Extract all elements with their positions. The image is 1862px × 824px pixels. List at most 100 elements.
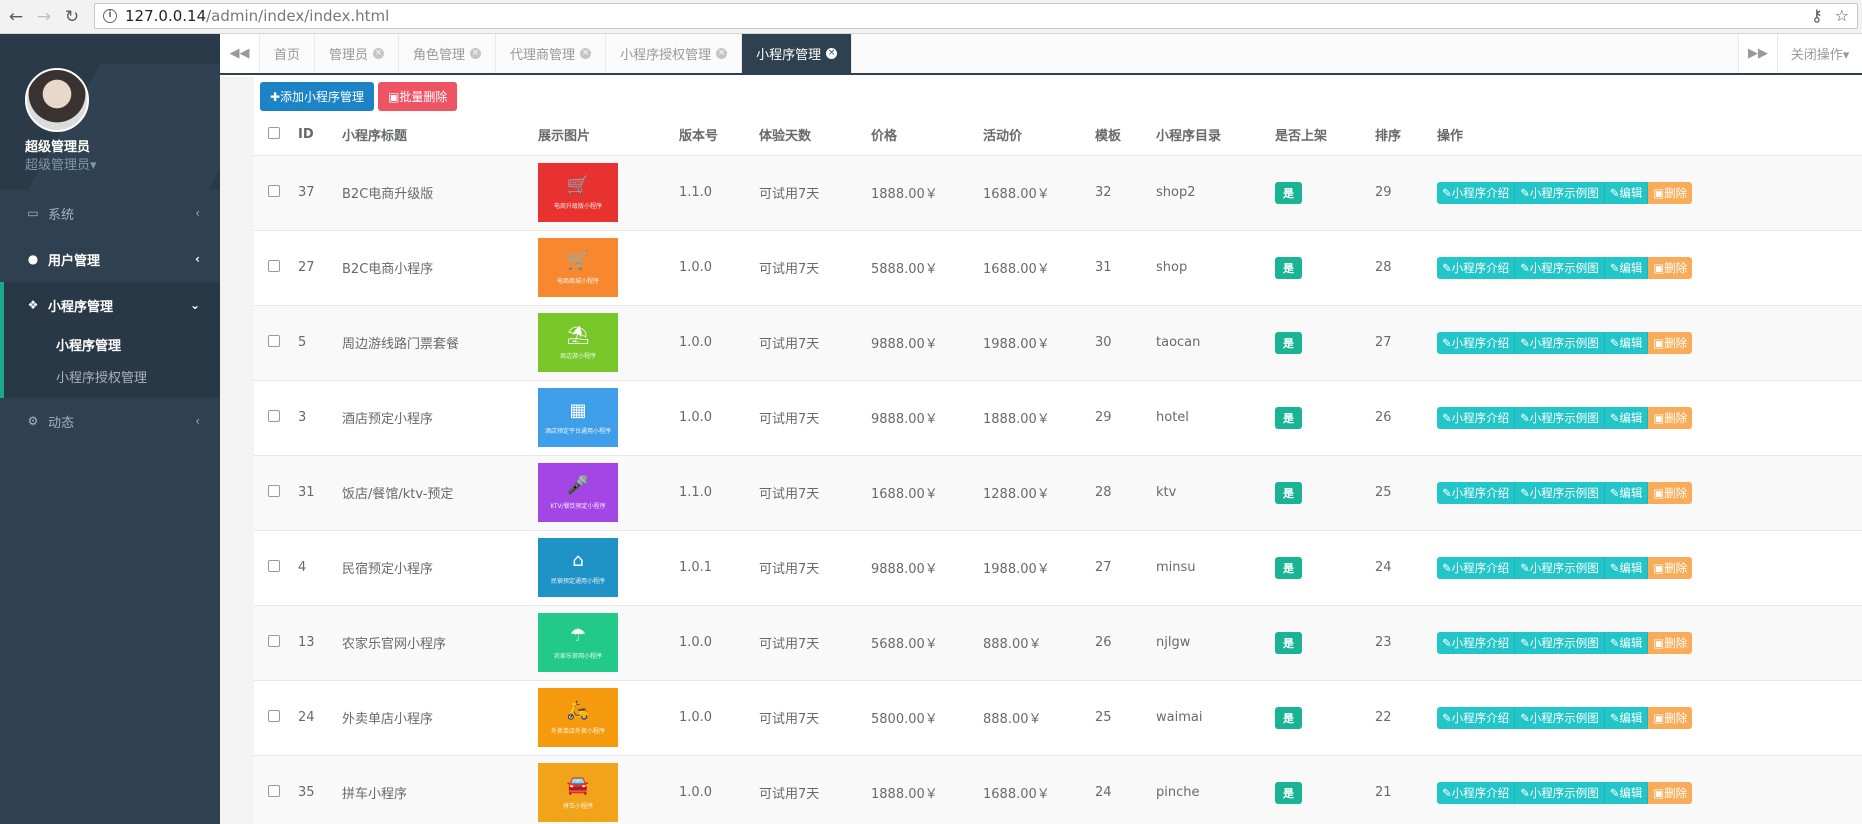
column-header[interactable]: 活动价 bbox=[983, 115, 1095, 156]
avatar[interactable] bbox=[25, 68, 89, 132]
intro-button[interactable]: ✎小程序介绍 bbox=[1437, 631, 1516, 654]
edit-button[interactable]: ✎编辑 bbox=[1604, 181, 1649, 204]
thumbnail-image[interactable]: ▦ 酒店预定平台通用小程序 bbox=[538, 388, 618, 447]
edit-button[interactable]: ✎编辑 bbox=[1604, 331, 1649, 354]
column-header[interactable]: 模板 bbox=[1095, 115, 1156, 156]
select-all-checkbox[interactable] bbox=[268, 126, 280, 139]
row-checkbox[interactable] bbox=[268, 259, 280, 272]
thumbnail-image[interactable]: 🛵 外卖单店外卖小程序 bbox=[538, 688, 618, 747]
thumbnail-image[interactable]: 🎤 KTV/餐饮预定小程序 bbox=[538, 463, 618, 522]
close-icon[interactable]: × bbox=[580, 48, 592, 59]
thumbnail-caption: KTV/餐饮预定小程序 bbox=[550, 503, 606, 510]
delete-button[interactable]: ▣删除 bbox=[1648, 781, 1693, 804]
sidebar-item-users[interactable]: ● 用户管理 ‹ bbox=[0, 236, 220, 282]
tab-home[interactable]: 首页 bbox=[260, 34, 316, 73]
close-operations-dropdown[interactable]: 关闭操作▾ bbox=[1778, 34, 1862, 73]
forward-icon[interactable]: → bbox=[32, 5, 56, 29]
column-header[interactable]: 展示图片 bbox=[538, 115, 679, 156]
thumbnail-image[interactable]: ⛱ 周边游小程序 bbox=[538, 313, 618, 372]
row-checkbox[interactable] bbox=[268, 409, 280, 422]
column-header[interactable]: 排序 bbox=[1375, 115, 1437, 156]
row-checkbox[interactable] bbox=[268, 559, 280, 572]
column-header[interactable]: 小程序目录 bbox=[1156, 115, 1275, 156]
close-icon[interactable]: × bbox=[716, 48, 728, 59]
address-bar[interactable]: i 127.0.0.14/admin/index/index.html ⚷ ☆ bbox=[94, 3, 1858, 29]
profile-role-dropdown[interactable]: 超级管理员▾ bbox=[25, 154, 97, 173]
sidebar-item-dynamic[interactable]: ⚙ 动态 ‹ bbox=[0, 398, 220, 444]
close-icon[interactable]: × bbox=[826, 48, 838, 59]
row-checkbox[interactable] bbox=[268, 784, 280, 797]
tab-scroll-right-button[interactable]: ▶▶ bbox=[1738, 34, 1778, 73]
intro-button[interactable]: ✎小程序介绍 bbox=[1437, 256, 1516, 279]
intro-button[interactable]: ✎小程序介绍 bbox=[1437, 406, 1516, 429]
delete-button[interactable]: ▣删除 bbox=[1648, 406, 1693, 429]
edit-button[interactable]: ✎编辑 bbox=[1604, 631, 1649, 654]
thumbnail-image[interactable]: 🛒 电商升级版小程序 bbox=[538, 163, 618, 222]
tab-admins[interactable]: 管理员 × bbox=[315, 34, 400, 73]
edit-button[interactable]: ✎编辑 bbox=[1604, 406, 1649, 429]
key-icon[interactable]: ⚷ bbox=[1811, 6, 1823, 25]
example-images-button[interactable]: ✎小程序示例图 bbox=[1515, 406, 1605, 429]
intro-button[interactable]: ✎小程序介绍 bbox=[1437, 331, 1516, 354]
tab-miniprogram-manage[interactable]: 小程序管理 × bbox=[742, 34, 853, 73]
intro-button[interactable]: ✎小程序介绍 bbox=[1437, 481, 1516, 504]
column-header[interactable]: 体验天数 bbox=[759, 115, 871, 156]
column-header[interactable]: 版本号 bbox=[679, 115, 759, 156]
edit-button[interactable]: ✎编辑 bbox=[1604, 481, 1649, 504]
tab-roles[interactable]: 角色管理 × bbox=[399, 34, 497, 73]
example-images-button[interactable]: ✎小程序示例图 bbox=[1515, 781, 1605, 804]
edit-button[interactable]: ✎编辑 bbox=[1604, 256, 1649, 279]
cell-promo: 1688.00￥ bbox=[983, 754, 1095, 824]
delete-button[interactable]: ▣删除 bbox=[1648, 556, 1693, 579]
tab-scroll-left-button[interactable]: ◀◀ bbox=[220, 34, 260, 73]
column-header[interactable]: 价格 bbox=[871, 115, 983, 156]
edit-button[interactable]: ✎编辑 bbox=[1604, 706, 1649, 729]
delete-button[interactable]: ▣删除 bbox=[1648, 631, 1693, 654]
intro-button[interactable]: ✎小程序介绍 bbox=[1437, 181, 1516, 204]
thumbnail-image[interactable]: ⌂ 民宿预定通用小程序 bbox=[538, 538, 618, 597]
thumbnail-image[interactable]: ☂ 农家乐官网小程序 bbox=[538, 613, 618, 672]
delete-button[interactable]: ▣删除 bbox=[1648, 256, 1693, 279]
close-icon[interactable]: × bbox=[470, 48, 482, 59]
column-header[interactable]: ID bbox=[298, 115, 342, 156]
miniprogram-table: ID 小程序标题 展示图片 版本号 体验天数 价格 活动价 模板 小程序目录 是… bbox=[254, 115, 1862, 824]
delete-button[interactable]: ▣删除 bbox=[1648, 706, 1693, 729]
star-icon[interactable]: ☆ bbox=[1835, 6, 1849, 25]
example-images-button[interactable]: ✎小程序示例图 bbox=[1515, 631, 1605, 654]
column-header[interactable]: 小程序标题 bbox=[342, 115, 538, 156]
example-images-button[interactable]: ✎小程序示例图 bbox=[1515, 556, 1605, 579]
row-checkbox[interactable] bbox=[268, 334, 280, 347]
sidebar-item-miniprogram[interactable]: ❖ 小程序管理 ⌄ bbox=[4, 282, 220, 328]
thumbnail-image[interactable]: 🚘 拼车小程序 bbox=[538, 763, 618, 823]
close-icon[interactable]: × bbox=[373, 48, 385, 59]
example-images-button[interactable]: ✎小程序示例图 bbox=[1515, 256, 1605, 279]
example-images-button[interactable]: ✎小程序示例图 bbox=[1515, 481, 1605, 504]
row-checkbox[interactable] bbox=[268, 634, 280, 647]
sidebar-item-system[interactable]: ▭ 系统 ‹ bbox=[0, 190, 220, 236]
thumbnail-image[interactable]: 🛒 电商商城小程序 bbox=[538, 238, 618, 297]
submenu-item-miniprogram-auth[interactable]: 小程序授权管理 bbox=[4, 360, 220, 398]
tab-miniprogram-auth[interactable]: 小程序授权管理 × bbox=[606, 34, 743, 73]
add-miniprogram-button[interactable]: ✚添加小程序管理 bbox=[260, 81, 375, 111]
row-checkbox[interactable] bbox=[268, 709, 280, 722]
delete-button[interactable]: ▣删除 bbox=[1648, 181, 1693, 204]
intro-button[interactable]: ✎小程序介绍 bbox=[1437, 781, 1516, 804]
delete-button[interactable]: ▣删除 bbox=[1648, 481, 1693, 504]
intro-button[interactable]: ✎小程序介绍 bbox=[1437, 706, 1516, 729]
row-checkbox[interactable] bbox=[268, 184, 280, 197]
delete-button[interactable]: ▣删除 bbox=[1648, 331, 1693, 354]
edit-button[interactable]: ✎编辑 bbox=[1604, 781, 1649, 804]
reload-icon[interactable]: ↻ bbox=[60, 5, 84, 29]
column-header[interactable]: 是否上架 bbox=[1275, 115, 1375, 156]
example-images-button[interactable]: ✎小程序示例图 bbox=[1515, 331, 1605, 354]
intro-button[interactable]: ✎小程序介绍 bbox=[1437, 556, 1516, 579]
example-images-button[interactable]: ✎小程序示例图 bbox=[1515, 706, 1605, 729]
tab-agents[interactable]: 代理商管理 × bbox=[496, 34, 607, 73]
back-icon[interactable]: ← bbox=[4, 5, 28, 29]
batch-delete-button[interactable]: ▣批量删除 bbox=[378, 81, 458, 111]
info-icon[interactable]: i bbox=[103, 9, 117, 23]
example-images-button[interactable]: ✎小程序示例图 bbox=[1515, 181, 1605, 204]
row-checkbox[interactable] bbox=[268, 484, 280, 497]
edit-button[interactable]: ✎编辑 bbox=[1604, 556, 1649, 579]
submenu-item-miniprogram-manage[interactable]: 小程序管理 bbox=[4, 328, 220, 360]
